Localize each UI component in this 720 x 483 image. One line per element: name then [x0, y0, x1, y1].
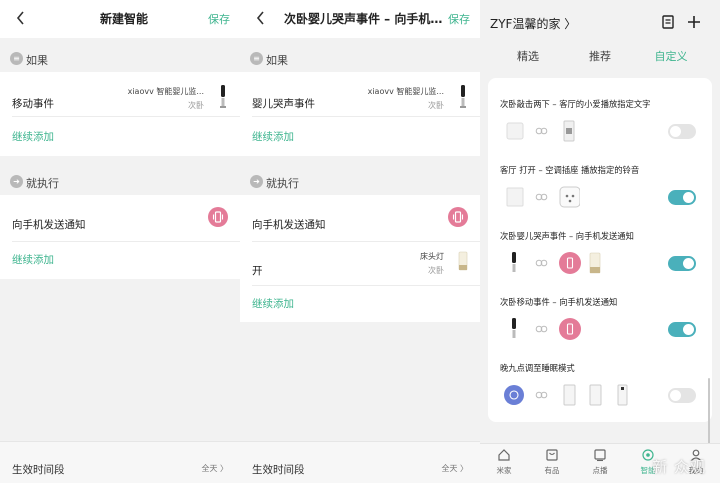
scene-list: 次卧敲击两下 – 客厅的小爱播放指定文字 客厅 打开 – 空调插座 播放指定的铃… — [488, 78, 712, 448]
nav-youpin[interactable]: 有品 — [532, 448, 572, 476]
header: 新建智能 保存 — [0, 0, 240, 38]
smart-scenes-screen: ZYF温馨的家 〉 精选 推荐 自定义 次卧敲击两下 – 客厅的小爱播放指定文字… — [480, 0, 720, 483]
add-more-action-link[interactable]: 继续添加 — [12, 252, 54, 267]
add-icon[interactable] — [686, 14, 702, 30]
page-title: 新建智能 — [99, 12, 148, 26]
vibrate-notify-icon — [208, 207, 228, 227]
scene-item[interactable]: 客厅 打开 – 空调插座 播放指定的铃音 — [488, 156, 712, 222]
action-row[interactable]: 向手机发送通知 — [252, 203, 470, 239]
divider — [252, 285, 480, 286]
save-button[interactable]: 保存 — [448, 11, 470, 27]
if-section-title: ≡ 如果 — [240, 48, 480, 70]
baby-monitor-icon — [456, 84, 470, 114]
effective-time-row[interactable]: 生效时间段 全天 〉 — [0, 441, 240, 483]
action-label: 向手机发送通知 — [12, 219, 86, 231]
if-card: 婴儿哭声事件 xiaovv 智能婴儿监... 次卧 继续添加 — [240, 72, 480, 156]
divider — [12, 116, 240, 117]
tab-recommended[interactable]: 推荐 — [570, 48, 630, 64]
divider — [252, 241, 480, 242]
header: 次卧婴儿哭声事件 – 向手机发... 保存 — [240, 0, 480, 38]
watermark: 新 众观 — [652, 458, 706, 476]
scene-item[interactable]: 次卧敲击两下 – 客厅的小爱播放指定文字 — [488, 90, 712, 156]
add-more-action-link[interactable]: 继续添加 — [252, 296, 294, 311]
action-device: 床头灯 次卧 — [420, 252, 444, 275]
new-smart-screen: 新建智能 保存 ≡ 如果 移动事件 xiaovv 智能婴儿监... 次卧 继续添… — [0, 0, 240, 483]
tab-custom[interactable]: 自定义 — [641, 48, 701, 64]
scene-toggle[interactable] — [668, 190, 696, 205]
if-section-title: ≡ 如果 — [0, 48, 240, 70]
effective-time-row[interactable]: 生效时间段 全天 〉 — [240, 441, 480, 483]
bedside-lamp-icon — [456, 250, 470, 278]
shop-icon — [546, 449, 558, 461]
scene-item[interactable]: 次卧移动事件 – 向手机发送通知 — [488, 288, 712, 354]
arrow-right-icon: ➜ — [10, 175, 23, 188]
scene-toggle[interactable] — [668, 322, 696, 337]
save-button[interactable]: 保存 — [208, 11, 230, 27]
action-label: 向手机发送通知 — [252, 219, 326, 231]
divider — [252, 116, 480, 117]
effective-time-label: 生效时间段 — [12, 464, 65, 476]
if-card: 移动事件 xiaovv 智能婴儿监... 次卧 继续添加 — [0, 72, 240, 156]
then-card: 向手机发送通知 继续添加 — [0, 195, 240, 279]
action-row[interactable]: 开 床头灯 次卧 — [252, 247, 470, 281]
nav-dianbo[interactable]: 点播 — [580, 448, 620, 476]
back-icon[interactable] — [254, 9, 268, 27]
scene-device-icons — [506, 120, 575, 142]
trigger-device: xiaovv 智能婴儿监... 次卧 — [367, 87, 444, 110]
trigger-row[interactable]: 婴儿哭声事件 xiaovv 智能婴儿监... 次卧 — [252, 82, 470, 114]
scrollbar[interactable] — [708, 378, 710, 448]
link-icon — [535, 193, 548, 201]
tv-icon — [594, 449, 606, 462]
effective-time-value[interactable]: 全天 〉 — [201, 463, 228, 474]
trigger-label: 婴儿哭声事件 — [252, 98, 315, 110]
add-more-condition-link[interactable]: 继续添加 — [252, 129, 294, 144]
scene-device-icons — [512, 318, 581, 340]
back-icon[interactable] — [14, 9, 28, 27]
scene-title: 次卧敲击两下 – 客厅的小爱播放指定文字 — [500, 99, 651, 109]
action-label: 开 — [252, 265, 263, 277]
if-icon: ≡ — [10, 52, 23, 65]
scene-title: 次卧移动事件 – 向手机发送通知 — [500, 297, 618, 307]
log-icon[interactable] — [660, 14, 676, 30]
scene-toggle[interactable] — [668, 256, 696, 271]
link-icon — [535, 391, 548, 399]
home-header: ZYF温馨的家 〉 精选 推荐 自定义 — [480, 0, 720, 78]
nav-mijia[interactable]: 米家 — [484, 448, 524, 476]
scene-title: 客厅 打开 – 空调插座 播放指定的铃音 — [500, 165, 640, 175]
scene-device-icons — [512, 252, 601, 274]
tab-featured[interactable]: 精选 — [498, 48, 558, 64]
scene-title: 次卧婴儿哭声事件 – 向手机发送通知 — [500, 231, 634, 241]
effective-time-label: 生效时间段 — [252, 464, 305, 476]
add-more-condition-link[interactable]: 继续添加 — [12, 129, 54, 144]
scene-device-icons — [506, 186, 580, 208]
home-icon — [498, 449, 510, 461]
page-title: 次卧婴儿哭声事件 – 向手机发... — [284, 12, 444, 26]
trigger-device: xiaovv 智能婴儿监... 次卧 — [127, 87, 204, 110]
baby-monitor-icon — [216, 84, 230, 114]
arrow-right-icon: ➜ — [250, 175, 263, 188]
scene-device-icons — [504, 384, 628, 406]
scene-item[interactable]: 晚九点调至睡眠模式 — [488, 354, 712, 420]
divider — [12, 241, 240, 242]
tab-bar: 精选 推荐 自定义 — [480, 48, 720, 66]
then-section-title: ➜ 就执行 — [240, 171, 480, 193]
then-section-title: ➜ 就执行 — [0, 171, 240, 193]
link-icon — [535, 127, 548, 135]
scene-toggle[interactable] — [668, 388, 696, 403]
edit-smart-screen: 次卧婴儿哭声事件 – 向手机发... 保存 ≡ 如果 婴儿哭声事件 xiaovv… — [240, 0, 480, 483]
scene-title: 晚九点调至睡眠模式 — [500, 363, 575, 373]
home-selector[interactable]: ZYF温馨的家 〉 — [490, 15, 576, 32]
link-icon — [535, 325, 548, 333]
effective-time-value[interactable]: 全天 〉 — [441, 463, 468, 474]
scene-toggle[interactable] — [668, 124, 696, 139]
action-row[interactable]: 向手机发送通知 — [12, 203, 230, 239]
vibrate-notify-icon — [448, 207, 468, 227]
link-icon — [535, 259, 548, 267]
trigger-label: 移动事件 — [12, 98, 54, 110]
trigger-row[interactable]: 移动事件 xiaovv 智能婴儿监... 次卧 — [12, 82, 230, 114]
if-icon: ≡ — [250, 52, 263, 65]
scene-item[interactable]: 次卧婴儿哭声事件 – 向手机发送通知 — [488, 222, 712, 288]
then-card: 向手机发送通知 开 床头灯 次卧 继续添加 — [240, 195, 480, 322]
